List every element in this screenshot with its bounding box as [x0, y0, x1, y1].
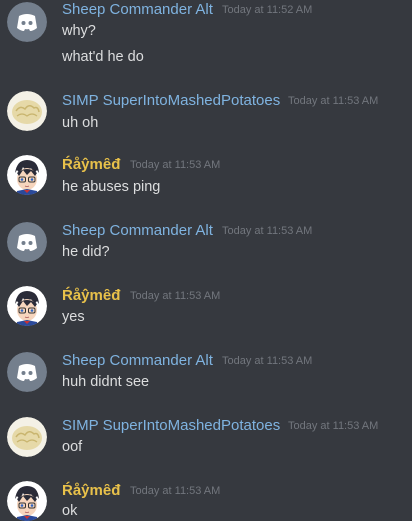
discord-logo-icon[interactable]: [7, 222, 47, 262]
message-text: he abuses ping: [62, 179, 161, 195]
author-name[interactable]: Ŕåŷmȇđ: [62, 156, 120, 173]
author-name[interactable]: SIMP SuperIntoMashedPotatoes: [62, 417, 280, 434]
message-text: ok: [62, 503, 78, 519]
timestamp: Today at 11:53 AM: [130, 485, 221, 497]
message-text: uh oh: [62, 115, 99, 131]
timestamp: Today at 11:53 AM: [130, 159, 221, 171]
message-text: what'd he do: [62, 49, 144, 65]
timestamp: Today at 11:52 AM: [222, 4, 313, 16]
message-text: he did?: [62, 244, 110, 260]
timestamp: Today at 11:53 AM: [288, 95, 379, 107]
author-name[interactable]: Ŕåŷmȇđ: [62, 482, 120, 499]
timestamp: Today at 11:53 AM: [222, 355, 313, 367]
anime-boy-avatar[interactable]: [7, 481, 47, 521]
anime-boy-avatar[interactable]: [7, 155, 47, 195]
message-text: oof: [62, 439, 83, 455]
timestamp: Today at 11:53 AM: [130, 290, 221, 302]
discord-logo-icon[interactable]: [7, 352, 47, 392]
message-text: why?: [62, 23, 96, 39]
author-name[interactable]: SIMP SuperIntoMashedPotatoes: [62, 92, 280, 109]
author-name[interactable]: Sheep Commander Alt: [62, 352, 213, 369]
author-name[interactable]: Ŕåŷmȇđ: [62, 287, 120, 304]
message-text: yes: [62, 309, 85, 325]
author-name[interactable]: Sheep Commander Alt: [62, 222, 213, 239]
mashed-potatoes-avatar[interactable]: [7, 417, 47, 457]
mashed-potatoes-avatar[interactable]: [7, 91, 47, 131]
author-name[interactable]: Sheep Commander Alt: [62, 1, 213, 18]
message-text: huh didnt see: [62, 374, 150, 390]
timestamp: Today at 11:53 AM: [288, 420, 379, 432]
anime-boy-avatar[interactable]: [7, 286, 47, 326]
discord-logo-icon[interactable]: [7, 2, 47, 42]
timestamp: Today at 11:53 AM: [222, 225, 313, 237]
